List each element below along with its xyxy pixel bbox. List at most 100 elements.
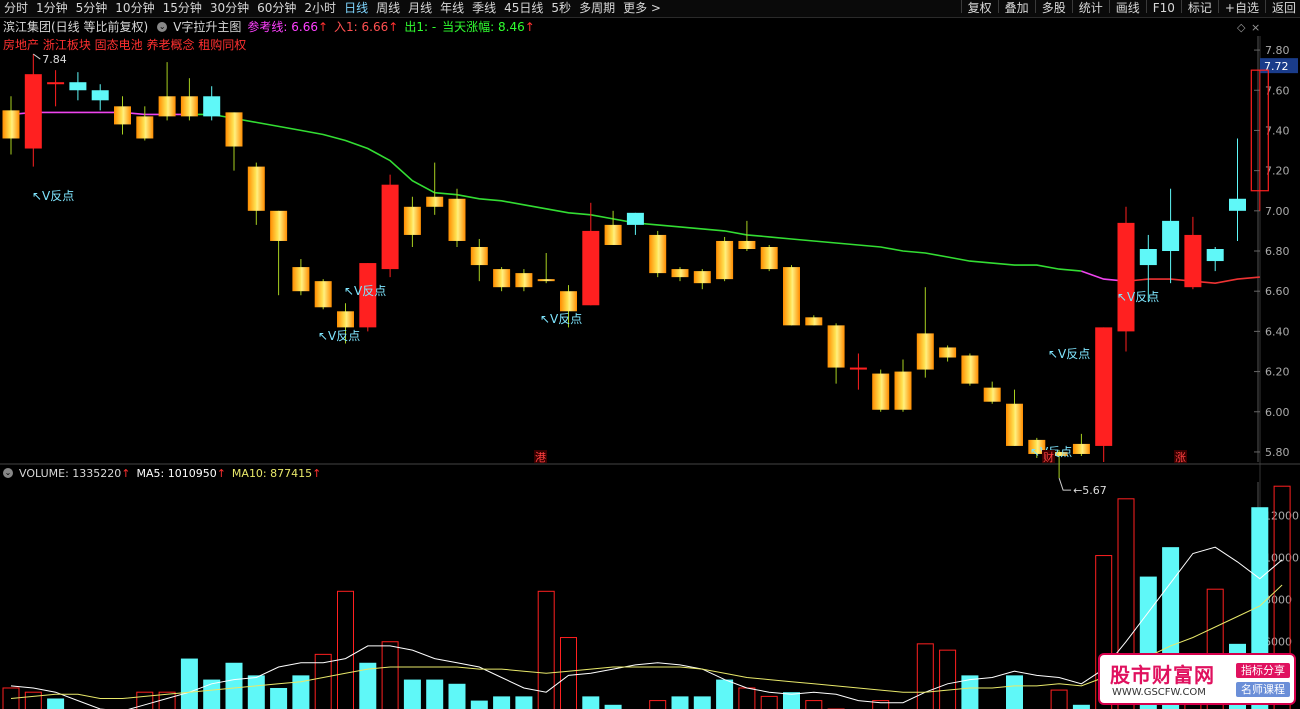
candle-body [649, 234, 667, 274]
candle-body [114, 106, 131, 125]
v-reversal-signal: ↖V反点 [32, 189, 74, 203]
v-reversal-signal: ↖V反点 [344, 284, 386, 298]
candle-body [783, 267, 800, 326]
volume-bar [604, 704, 622, 709]
volume-bar [515, 696, 533, 709]
volume-ma5-line [10, 546, 1283, 709]
kline-chart[interactable]: ◇ × 7.807.607.407.207.006.806.606.406.20… [0, 0, 1300, 709]
price-tick-label: 6.40 [1265, 325, 1290, 338]
volume-bar [649, 700, 667, 709]
current-price-label: 7.72 [1264, 60, 1289, 73]
volume-dropdown-icon[interactable]: ⌄ [3, 468, 13, 478]
volume-tick-label: 10000 [1264, 552, 1299, 565]
candle-body [292, 267, 310, 292]
volume-bar [939, 649, 957, 709]
volume-bar [916, 643, 934, 709]
volume-bar [337, 590, 354, 709]
candle-body [24, 74, 42, 149]
volume-bar [47, 698, 65, 709]
candle-body [403, 206, 421, 235]
volume-bar [24, 691, 42, 709]
volume-ma5-arrow: ↑ [216, 466, 226, 480]
diamond-icon[interactable]: ◇ [1237, 21, 1246, 34]
candle-body [136, 116, 154, 139]
volume-bar [270, 687, 288, 709]
volume-bar [448, 683, 466, 709]
candle-body [671, 269, 689, 278]
candle-body [560, 291, 577, 312]
v-reversal-signal: ↖V反点 [1117, 290, 1159, 304]
candle-body [961, 355, 979, 384]
v-reversal-signal: ↖V反点 [1048, 347, 1090, 361]
candle-body [426, 196, 444, 207]
candle-body [47, 82, 65, 85]
volume-bar [247, 675, 265, 709]
volume-ma5: MA5: 1010950↑ [136, 467, 225, 480]
ma-line-green [189, 113, 1082, 272]
volume-bar [403, 679, 421, 709]
watermark-logo: 股市财富网 WWW.GSCFW.COM 指标分享 名师课程 [1098, 653, 1296, 705]
volume-ma10-line [10, 584, 1283, 699]
volume-bar [180, 658, 198, 709]
candle-body [537, 279, 555, 282]
candle-body [939, 347, 957, 358]
high-pointer [33, 53, 41, 60]
volume-arrow: ↑ [121, 466, 131, 480]
watermark-badge-share: 指标分享 [1236, 663, 1290, 678]
price-tick-label: 6.20 [1265, 366, 1290, 379]
candle-body [470, 246, 488, 266]
candle-body [247, 166, 265, 211]
event-marker: 港 [535, 451, 546, 464]
candle-body [1117, 222, 1135, 332]
volume-bar [760, 695, 778, 709]
volume-info-line: ⌄ VOLUME: 1335220↑ MA5: 1010950↑ MA10: 8… [0, 465, 327, 481]
volume-ma10: MA10: 877415↑ [232, 467, 321, 480]
watermark-badge-course: 名师课程 [1236, 682, 1290, 697]
candle-body [604, 224, 622, 245]
low-pointer [1058, 477, 1072, 491]
volume-bar [582, 696, 600, 709]
candle-body [1072, 443, 1090, 454]
candle-body [180, 96, 198, 117]
candle-body [69, 82, 87, 91]
volume-bar [1050, 689, 1068, 709]
volume-bar [381, 641, 399, 709]
high-price-label: 7.84 [42, 53, 67, 66]
candle-body [1229, 198, 1246, 211]
volume-bar [738, 687, 756, 709]
candle-body [805, 317, 823, 326]
candle-body [1184, 234, 1202, 288]
candle-body [203, 96, 221, 117]
volume-bar [716, 679, 734, 709]
volume-ma10-label: MA10: 877415 [231, 466, 313, 480]
volume-bar [693, 696, 711, 709]
candle-body [849, 367, 867, 370]
watermark-url: WWW.GSCFW.COM [1112, 687, 1206, 698]
volume-bar [225, 662, 243, 709]
volume-bar [426, 679, 444, 709]
volume-ma5-label: MA5: 1010950 [136, 466, 217, 480]
volume-ma10-arrow: ↑ [312, 466, 322, 480]
volume-bar [1006, 675, 1023, 709]
candle-body [515, 273, 533, 288]
low-price-label: ←5.67 [1073, 484, 1107, 497]
candle-body [626, 212, 644, 225]
candle-body [693, 271, 711, 284]
candle-body [493, 269, 511, 288]
candle-body [1206, 249, 1224, 262]
candle-body [1162, 220, 1180, 252]
price-tick-label: 7.80 [1265, 44, 1290, 57]
event-marker: 涨 [1175, 451, 1186, 464]
price-tick-label: 6.60 [1265, 285, 1290, 298]
candle-body [760, 246, 778, 270]
candle-body [872, 373, 890, 410]
price-tick-label: 5.80 [1265, 446, 1290, 459]
candle-body [91, 90, 109, 101]
watermark-title: 股市财富网 [1110, 663, 1215, 687]
candle-body [337, 311, 354, 328]
candle-body [225, 112, 243, 147]
close-icon[interactable]: × [1251, 21, 1260, 34]
candle-body [314, 281, 332, 308]
v-reversal-signal: ↖V反点 [540, 312, 582, 326]
event-marker: 财 [1043, 450, 1054, 464]
